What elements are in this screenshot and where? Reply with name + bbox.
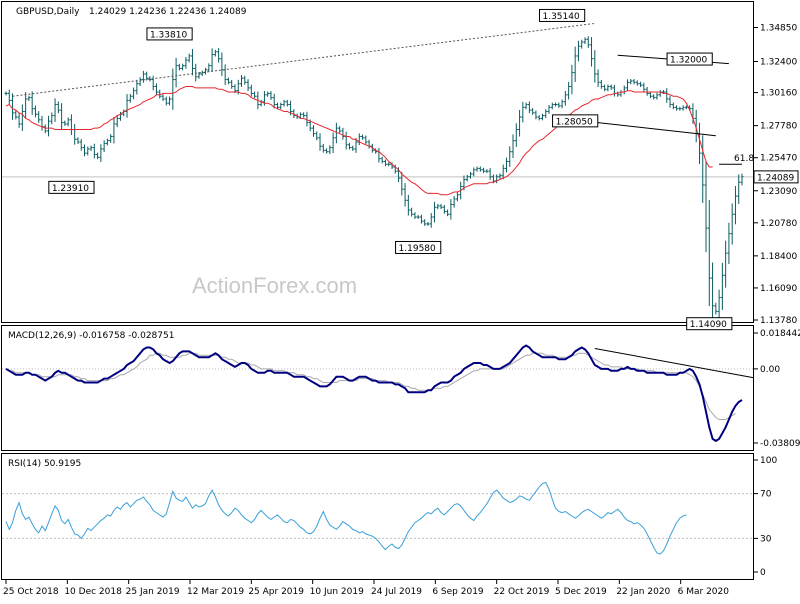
macd-y-tick-label: 0.018442 [760, 329, 800, 339]
x-tick-label: 25 Jan 2019 [126, 587, 180, 597]
rsi-y-tick-label: 70 [760, 490, 772, 500]
price-y-tick-label: 1.13780 [760, 316, 797, 326]
x-axis: 25 Oct 2018 10 Dec 2018 25 Jan 2019 12 Mar … [3, 580, 729, 597]
last-price-label: 1.24089 [757, 173, 794, 183]
price-y-tick-label: 1.34850 [760, 23, 797, 33]
dotted-trendline [12, 22, 595, 97]
price-annotations: 1.33810 1.35140 1.32000 1.23910 1.19580 1.280… [48, 8, 733, 331]
low-2-label: 1.19580 [399, 244, 436, 254]
price-panel-frame [1, 1, 754, 323]
macd-layer: 0.018442 0.00 -0.038095 [2, 329, 800, 449]
price-y-tick-label: 1.25470 [760, 154, 797, 164]
channel-lower-line [591, 121, 716, 137]
price-y-tick-label: 1.16090 [760, 284, 797, 294]
price-y-tick-label: 1.27780 [760, 122, 797, 132]
x-tick-label: 6 Sep 2019 [432, 587, 484, 597]
price-lines: 61.8 [5, 22, 754, 196]
high-3-label: 1.32000 [670, 56, 707, 66]
low-1-label: 1.23910 [52, 184, 89, 194]
low-4-label: 1.14090 [690, 320, 727, 330]
x-tick-label: 12 Mar 2019 [187, 587, 244, 597]
x-tick-label: 24 Jul 2019 [371, 587, 422, 597]
fib-label: 61.8 [734, 154, 754, 164]
x-tick-label: 25 Oct 2018 [3, 587, 59, 597]
x-tick-label: 22 Oct 2019 [494, 587, 550, 597]
x-tick-label: 22 Jan 2020 [616, 587, 670, 597]
price-y-tick-label: 1.30160 [760, 89, 797, 99]
price-y-tick-label: 1.32400 [760, 58, 797, 68]
low-3-label: 1.28050 [556, 117, 593, 127]
x-tick-label: 25 Apr 2019 [248, 587, 304, 597]
macd-y-tick-label: 0.00 [760, 365, 780, 375]
x-tick-label: 6 Mar 2020 [678, 587, 730, 597]
price-panel-title: GBPUSD,Daily [16, 7, 80, 17]
rsi-y-tick-label: 30 [760, 534, 772, 544]
watermark: ActionForex.com [192, 273, 357, 298]
macd-y-tick-label: -0.038095 [760, 439, 800, 449]
x-tick-label: 10 Dec 2018 [64, 587, 122, 597]
high-1-label: 1.33810 [150, 30, 187, 40]
price-y-tick-label: 1.18400 [760, 252, 797, 262]
price-bars [4, 36, 744, 322]
x-tick-label: 5 Dec 2019 [555, 587, 607, 597]
price-ohlc: 1.24029 1.24236 1.22436 1.24089 [89, 7, 247, 17]
macd-panel-frame [1, 325, 754, 451]
price-y-axis: 1.34850 1.32400 1.30160 1.27780 1.25470 1.230… [753, 23, 799, 326]
rsi-y-tick-label: 100 [760, 456, 777, 466]
chart-svg: ActionForex.com GBPUSD,Daily 1.24029 1.2… [1, 1, 800, 597]
rsi-panel-title: RSI(14) 50.9195 [8, 459, 81, 469]
macd-panel-title: MACD(12,26,9) -0.016758 -0.028751 [8, 331, 174, 341]
macd-line [5, 344, 743, 443]
macd-signal-line [5, 352, 736, 420]
rsi-layer: 100 70 30 0 [2, 456, 777, 578]
chart-root: ActionForex.com GBPUSD,Daily 1.24029 1.2… [0, 0, 800, 600]
rsi-y-tick-label: 0 [760, 568, 766, 578]
price-y-tick-label: 1.23090 [760, 187, 797, 197]
high-2-label: 1.35140 [542, 12, 579, 22]
rsi-panel-frame [1, 453, 754, 580]
x-tick-label: 10 Jun 2019 [310, 587, 364, 597]
price-y-tick-label: 1.20780 [760, 219, 797, 229]
